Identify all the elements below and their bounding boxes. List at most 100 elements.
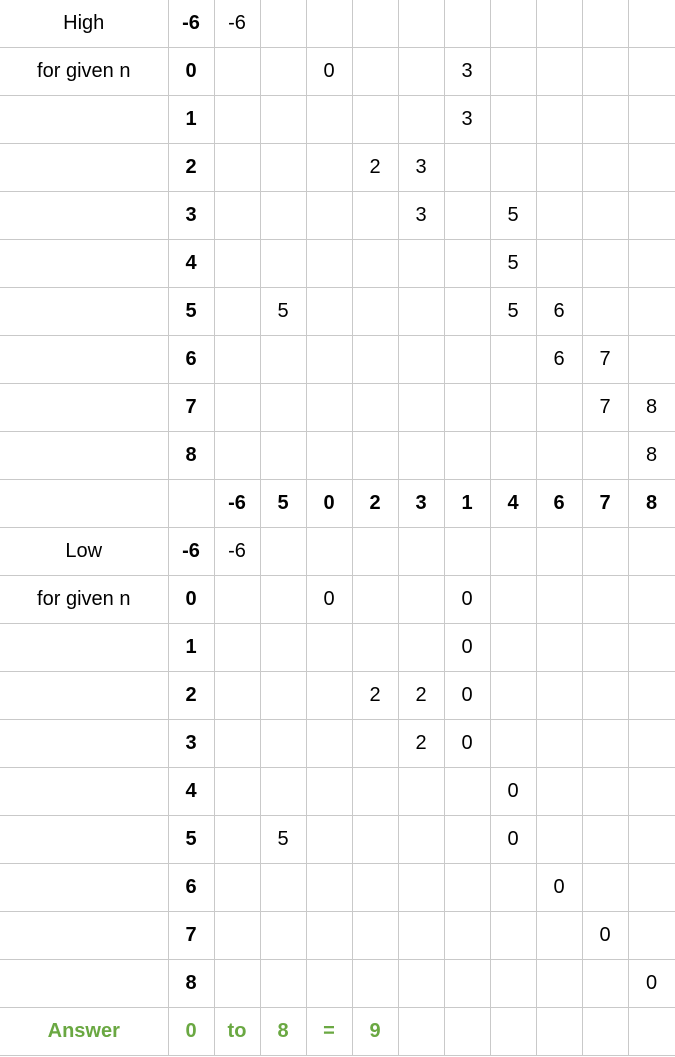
value-cell[interactable] <box>259 911 307 960</box>
value-cell[interactable]: 0 <box>443 623 491 672</box>
value-cell[interactable] <box>351 815 399 864</box>
answer-label[interactable]: Answer <box>0 1007 169 1056</box>
value-cell[interactable] <box>443 527 491 576</box>
value-cell[interactable] <box>443 143 491 192</box>
value-cell[interactable] <box>305 911 353 960</box>
value-cell[interactable] <box>259 575 307 624</box>
value-cell[interactable] <box>443 863 491 912</box>
value-cell[interactable] <box>627 623 675 672</box>
value-cell[interactable] <box>259 719 307 768</box>
value-cell[interactable]: 8 <box>627 383 675 432</box>
value-cell[interactable] <box>581 431 629 480</box>
sequence-header-cell[interactable]: 5 <box>259 479 307 528</box>
sequence-header-cell[interactable]: 4 <box>489 479 537 528</box>
value-cell[interactable] <box>305 95 353 144</box>
value-cell[interactable]: 0 <box>305 575 353 624</box>
value-cell[interactable] <box>213 287 261 336</box>
value-cell[interactable] <box>535 911 583 960</box>
value-cell[interactable] <box>351 47 399 96</box>
value-cell[interactable] <box>581 575 629 624</box>
value-cell[interactable] <box>213 383 261 432</box>
value-cell[interactable] <box>489 911 537 960</box>
value-cell[interactable] <box>259 623 307 672</box>
value-cell[interactable] <box>535 671 583 720</box>
value-cell[interactable] <box>535 0 583 48</box>
value-cell[interactable] <box>213 191 261 240</box>
n-value-cell[interactable]: 2 <box>167 671 215 720</box>
label-cell[interactable] <box>0 767 169 816</box>
value-cell[interactable] <box>627 95 675 144</box>
label-cell[interactable] <box>0 95 169 144</box>
value-cell[interactable] <box>443 767 491 816</box>
value-cell[interactable] <box>305 383 353 432</box>
value-cell[interactable] <box>351 623 399 672</box>
sequence-header-cell[interactable]: 3 <box>397 479 445 528</box>
answer-result[interactable]: 9 <box>351 1007 399 1056</box>
value-cell[interactable] <box>213 959 261 1008</box>
n-value-cell[interactable]: -6 <box>167 0 215 48</box>
sequence-header-cell[interactable]: 6 <box>535 479 583 528</box>
value-cell[interactable]: -6 <box>213 0 261 48</box>
value-cell[interactable] <box>259 239 307 288</box>
label-cell[interactable] <box>0 191 169 240</box>
value-cell[interactable] <box>259 95 307 144</box>
value-cell[interactable] <box>305 959 353 1008</box>
value-cell[interactable] <box>213 623 261 672</box>
value-cell[interactable]: 6 <box>535 287 583 336</box>
n-value-cell[interactable]: 1 <box>167 95 215 144</box>
n-value-cell[interactable]: 1 <box>167 623 215 672</box>
value-cell[interactable] <box>627 911 675 960</box>
empty-cell[interactable] <box>627 1007 675 1056</box>
label-cell[interactable] <box>0 863 169 912</box>
value-cell[interactable] <box>535 95 583 144</box>
value-cell[interactable]: 0 <box>535 863 583 912</box>
value-cell[interactable] <box>259 47 307 96</box>
n-value-cell[interactable]: 0 <box>167 575 215 624</box>
label-cell[interactable] <box>0 287 169 336</box>
value-cell[interactable] <box>443 383 491 432</box>
value-cell[interactable] <box>259 767 307 816</box>
n-value-cell[interactable]: 4 <box>167 767 215 816</box>
value-cell[interactable] <box>397 0 445 48</box>
value-cell[interactable]: 2 <box>397 719 445 768</box>
value-cell[interactable] <box>581 47 629 96</box>
value-cell[interactable] <box>259 143 307 192</box>
value-cell[interactable] <box>397 911 445 960</box>
value-cell[interactable] <box>489 719 537 768</box>
value-cell[interactable] <box>351 959 399 1008</box>
value-cell[interactable] <box>259 383 307 432</box>
value-cell[interactable] <box>397 383 445 432</box>
value-cell[interactable] <box>397 335 445 384</box>
sequence-header-cell[interactable]: 8 <box>627 479 675 528</box>
value-cell[interactable]: 3 <box>397 191 445 240</box>
value-cell[interactable]: 5 <box>259 287 307 336</box>
value-cell[interactable] <box>351 287 399 336</box>
empty-cell[interactable] <box>397 1007 445 1056</box>
value-cell[interactable] <box>535 47 583 96</box>
value-cell[interactable]: 0 <box>443 719 491 768</box>
value-cell[interactable] <box>397 767 445 816</box>
value-cell[interactable] <box>535 383 583 432</box>
value-cell[interactable] <box>581 0 629 48</box>
value-cell[interactable] <box>351 863 399 912</box>
value-cell[interactable] <box>535 143 583 192</box>
value-cell[interactable]: 7 <box>581 383 629 432</box>
label-cell[interactable] <box>0 719 169 768</box>
value-cell[interactable] <box>305 767 353 816</box>
n-value-cell[interactable]: 5 <box>167 815 215 864</box>
value-cell[interactable]: 3 <box>397 143 445 192</box>
value-cell[interactable] <box>627 527 675 576</box>
label-cell[interactable] <box>0 959 169 1008</box>
value-cell[interactable] <box>213 671 261 720</box>
value-cell[interactable] <box>627 671 675 720</box>
value-cell[interactable] <box>351 0 399 48</box>
value-cell[interactable] <box>351 383 399 432</box>
value-cell[interactable]: 2 <box>351 143 399 192</box>
value-cell[interactable] <box>489 95 537 144</box>
n-value-cell[interactable]: 3 <box>167 191 215 240</box>
value-cell[interactable] <box>397 959 445 1008</box>
value-cell[interactable] <box>259 959 307 1008</box>
value-cell[interactable] <box>489 383 537 432</box>
answer-to-word[interactable]: to <box>213 1007 261 1056</box>
value-cell[interactable] <box>397 815 445 864</box>
